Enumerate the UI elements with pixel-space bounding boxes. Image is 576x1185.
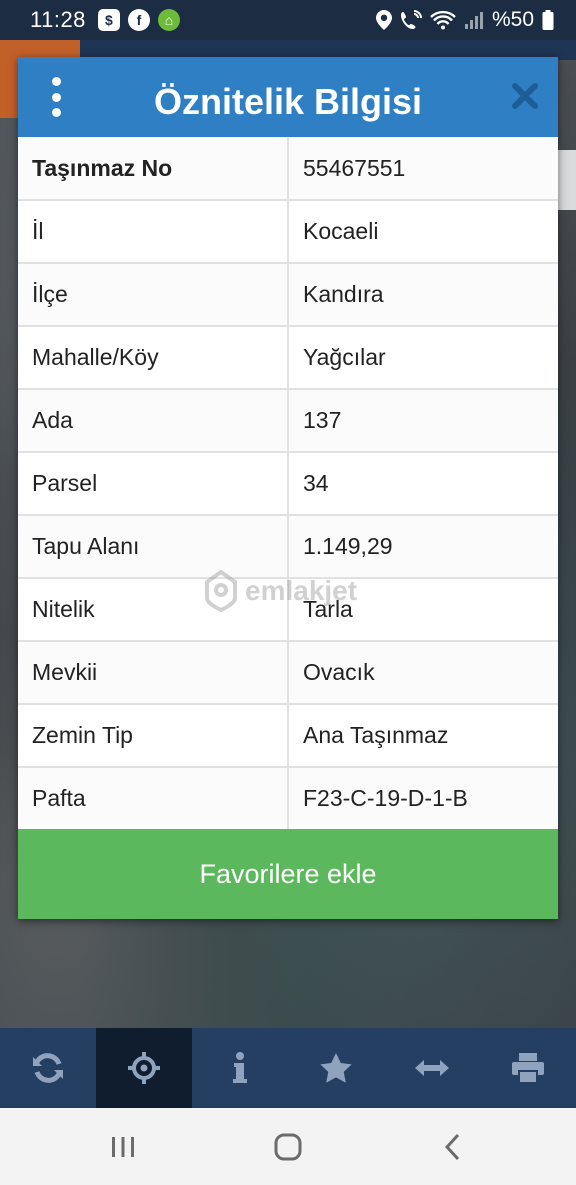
- back-button[interactable]: [423, 1122, 483, 1172]
- row-value: Kocaeli: [287, 199, 558, 264]
- row-value: 55467551: [287, 137, 558, 201]
- facebook-icon: f: [127, 9, 150, 31]
- row-value: Ana Taşınmaz: [287, 703, 558, 768]
- table-row: Tapu Alanı 1.149,29: [18, 514, 558, 579]
- locate-button[interactable]: [96, 1028, 192, 1108]
- more-options-icon[interactable]: [44, 77, 68, 117]
- dollar-app-icon: $: [97, 9, 120, 31]
- refresh-icon: [33, 1053, 63, 1083]
- row-value: Kandıra: [287, 262, 558, 327]
- row-key: İlçe: [18, 262, 289, 327]
- row-key: Mahalle/Köy: [18, 325, 289, 390]
- row-value: Yağcılar: [287, 325, 558, 390]
- table-row: Taşınmaz No 55467551: [18, 137, 558, 201]
- table-row: Zemin Tip Ana Taşınmaz: [18, 703, 558, 768]
- signal-icon: [464, 12, 483, 29]
- row-key: Tapu Alanı: [18, 514, 289, 579]
- info-icon: [233, 1052, 247, 1083]
- refresh-button[interactable]: [0, 1028, 96, 1108]
- wifi-call-icon: [400, 10, 422, 29]
- row-key: Parsel: [18, 451, 289, 516]
- print-icon: [512, 1053, 544, 1084]
- home-button[interactable]: [258, 1122, 318, 1172]
- row-key: İl: [18, 199, 289, 264]
- battery-percent: %50: [491, 8, 534, 31]
- measure-button[interactable]: [384, 1028, 480, 1108]
- row-key: Pafta: [18, 766, 289, 831]
- add-to-favorites-button[interactable]: Favorilere ekle: [18, 829, 558, 919]
- system-nav-bar: [0, 1108, 576, 1185]
- table-row: İl Kocaeli: [18, 199, 558, 264]
- wifi-icon: [430, 10, 456, 30]
- recent-apps-icon: [111, 1136, 134, 1157]
- measure-icon: [415, 1060, 449, 1076]
- table-row: Ada 137: [18, 388, 558, 453]
- status-bar: 11:28 $ f ⌂ %50: [0, 0, 576, 40]
- table-row: Nitelik Tarla: [18, 577, 558, 642]
- attribute-info-dialog: Öznitelik Bilgisi Taşınmaz No 55467551 İ…: [18, 57, 558, 919]
- dialog-title: Öznitelik Bilgisi: [153, 81, 423, 122]
- map-right-strip: [558, 150, 576, 210]
- row-key: Ada: [18, 388, 289, 453]
- row-value: F23-C-19-D-1-B: [287, 766, 558, 831]
- home-app-icon: ⌂: [157, 9, 180, 31]
- dialog-header: Öznitelik Bilgisi: [18, 57, 558, 137]
- row-value: Tarla: [287, 577, 558, 642]
- row-value: 34: [287, 451, 558, 516]
- row-key: Nitelik: [18, 577, 289, 642]
- print-button[interactable]: [480, 1028, 576, 1108]
- home-icon: [274, 1133, 302, 1160]
- close-icon[interactable]: [510, 81, 540, 111]
- map-toolbar: [0, 1028, 576, 1108]
- star-icon: [320, 1053, 352, 1083]
- table-row: Parsel 34: [18, 451, 558, 516]
- status-indicators: %50: [375, 8, 554, 32]
- table-row: İlçe Kandıra: [18, 262, 558, 327]
- table-row: Pafta F23-C-19-D-1-B: [18, 766, 558, 831]
- row-value: 137: [287, 388, 558, 453]
- row-value: Ovacık: [287, 640, 558, 705]
- table-row: Mevkii Ovacık: [18, 640, 558, 705]
- row-key: Zemin Tip: [18, 703, 289, 768]
- status-app-icons: $ f ⌂: [97, 9, 180, 31]
- back-icon: [445, 1133, 460, 1160]
- location-icon: [375, 10, 392, 30]
- table-row: Mahalle/Köy Yağcılar: [18, 325, 558, 390]
- status-time: 11:28: [30, 7, 86, 32]
- favorites-button[interactable]: [288, 1028, 384, 1108]
- attribute-table: Taşınmaz No 55467551 İl Kocaeli İlçe Kan…: [18, 137, 558, 831]
- recent-apps-button[interactable]: [93, 1122, 153, 1172]
- locate-icon: [128, 1052, 160, 1084]
- battery-icon: [542, 10, 554, 30]
- row-key: Taşınmaz No: [18, 137, 289, 201]
- info-button[interactable]: [192, 1028, 288, 1108]
- row-value: 1.149,29: [287, 514, 558, 579]
- row-key: Mevkii: [18, 640, 289, 705]
